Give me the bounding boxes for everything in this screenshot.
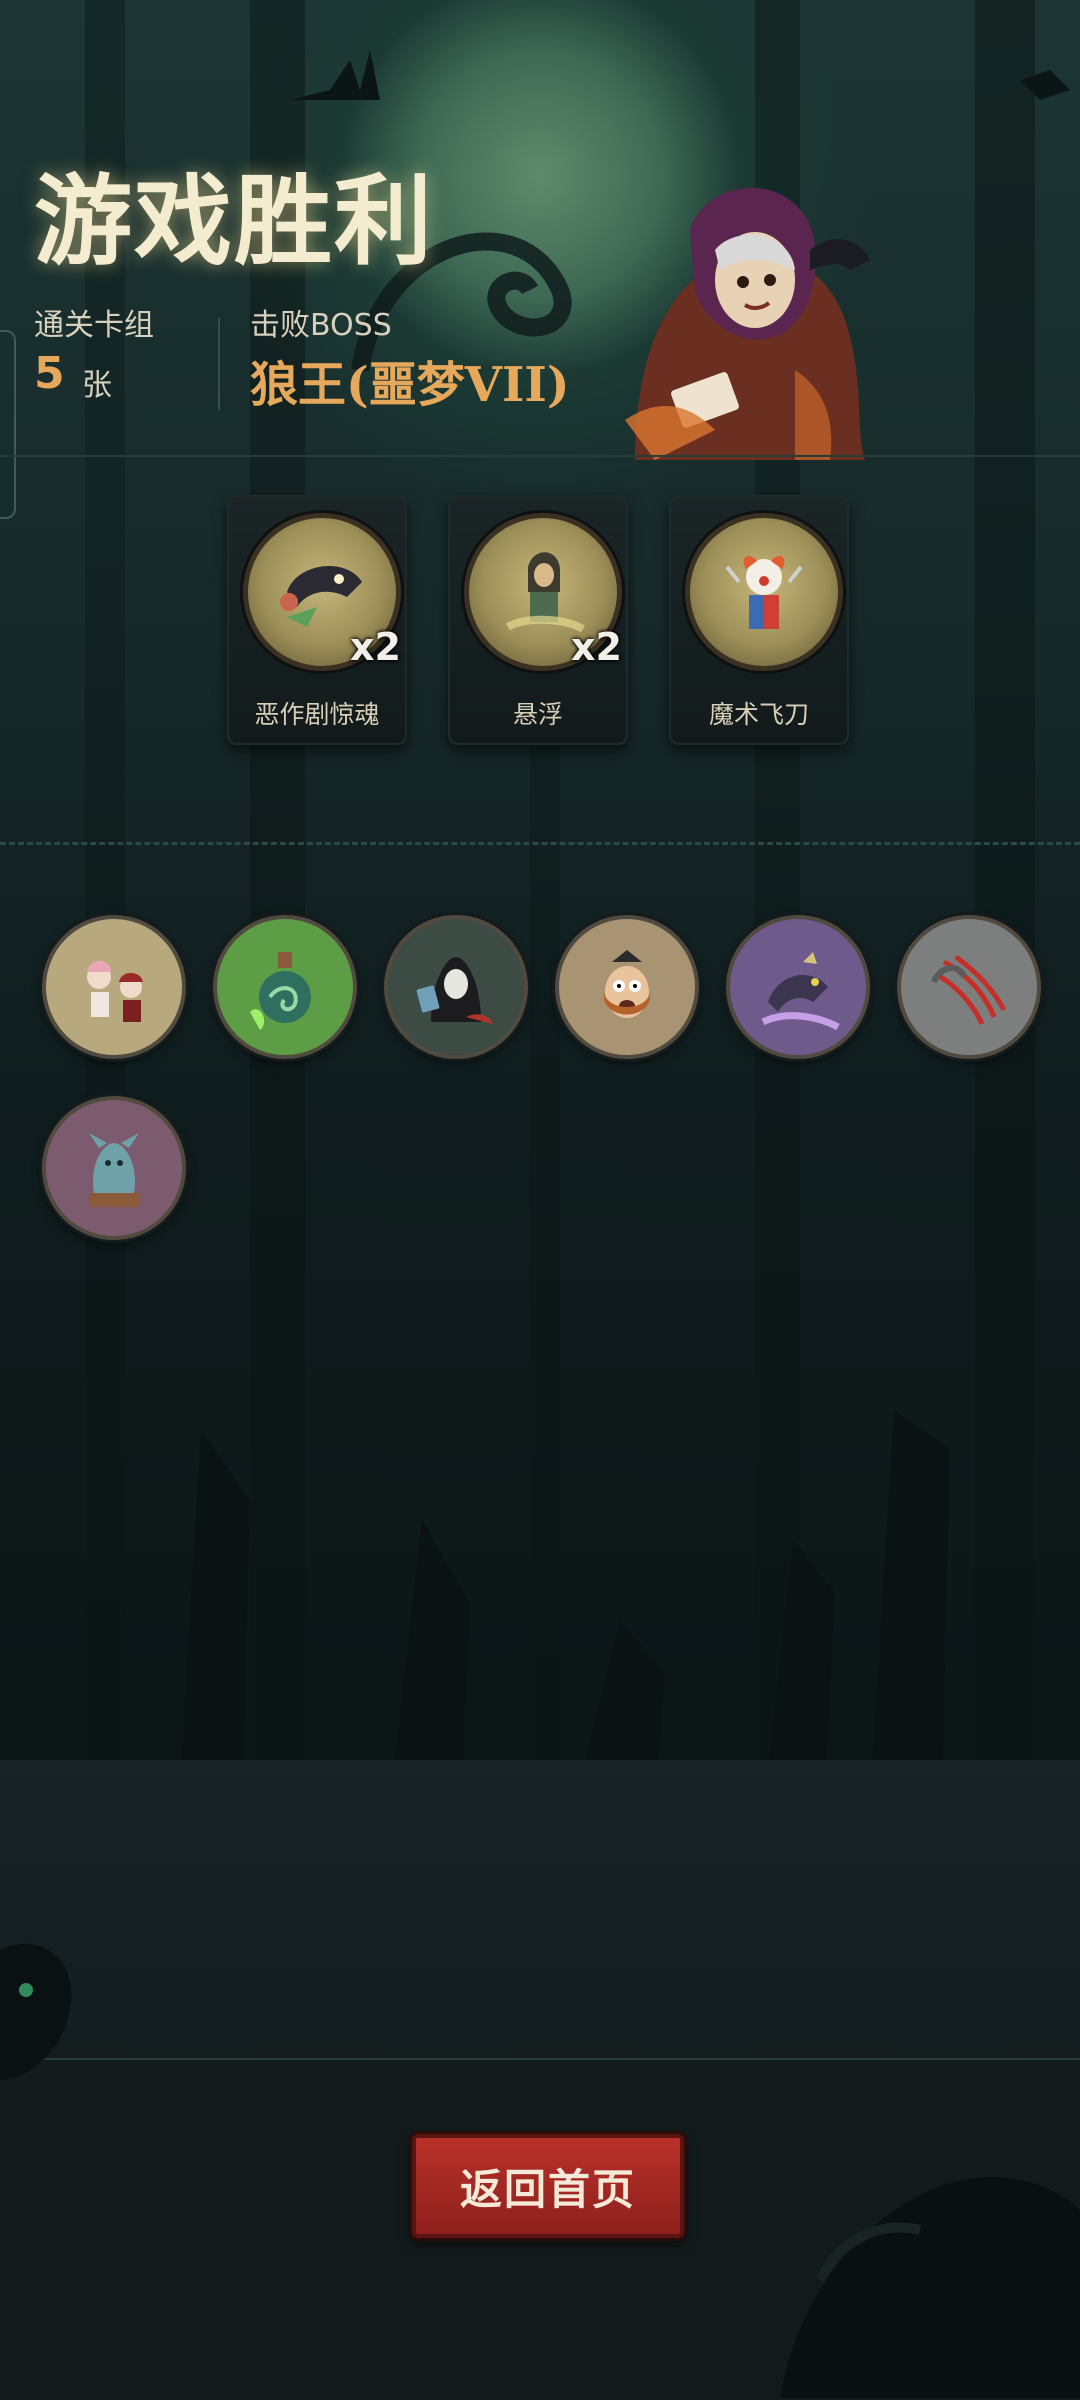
card-label: 魔术飞刀 xyxy=(708,700,809,729)
card-multiplier: x2 xyxy=(571,625,622,669)
side-drawer-tab[interactable] xyxy=(0,330,16,519)
relic-green-potion[interactable] xyxy=(213,915,357,1059)
relic-hooded-dealer[interactable] xyxy=(384,915,528,1059)
creature-silhouette xyxy=(0,1943,72,2080)
deck-label: 通关卡组 xyxy=(34,308,154,343)
branch-silhouette xyxy=(780,2177,1080,2398)
card-prank-scare[interactable]: x2 恶作剧惊魂 xyxy=(227,495,407,745)
boss-label: 击败BOSS xyxy=(250,308,392,343)
hooded-dealer-icon xyxy=(416,957,493,1024)
music-girls-icon xyxy=(87,960,143,1022)
deck-unit: 张 xyxy=(82,368,112,403)
boss-name: 狼王(噩梦VII) xyxy=(250,357,570,413)
card-multiplier: x2 xyxy=(350,625,401,669)
screaming-man-icon xyxy=(603,950,651,1018)
card-label: 恶作剧惊魂 xyxy=(254,700,380,729)
tree-trunk xyxy=(530,700,560,1800)
relic-gargoyle-statue[interactable] xyxy=(42,1096,186,1240)
card-levitate[interactable]: x2 悬浮 xyxy=(448,495,628,745)
cards-band-line xyxy=(0,455,1080,457)
relic-music-girls[interactable] xyxy=(42,915,186,1059)
relic-claw-slash[interactable] xyxy=(897,915,1041,1059)
green-potion-icon xyxy=(250,952,311,1030)
relic-purple-beast[interactable] xyxy=(726,915,870,1059)
gargoyle-statue-icon xyxy=(89,1133,139,1207)
section-divider xyxy=(0,842,1080,845)
bat-silhouette xyxy=(290,50,1070,100)
card-label: 悬浮 xyxy=(512,700,563,729)
stat-divider xyxy=(218,318,220,410)
clown-knife-icon xyxy=(725,555,803,629)
purple-beast-icon xyxy=(761,952,840,1031)
card-portrait xyxy=(685,513,843,671)
claw-slash-icon xyxy=(931,954,1007,1026)
hooded-heroine-illustration xyxy=(595,170,895,460)
deck-count: 5 xyxy=(34,348,65,399)
relic-screaming-man[interactable] xyxy=(555,915,699,1059)
card-magic-knife[interactable]: 魔术飞刀 xyxy=(669,495,849,745)
return-home-button[interactable]: 返回首页 xyxy=(412,2134,684,2238)
page-title: 游戏胜利 xyxy=(34,164,435,279)
